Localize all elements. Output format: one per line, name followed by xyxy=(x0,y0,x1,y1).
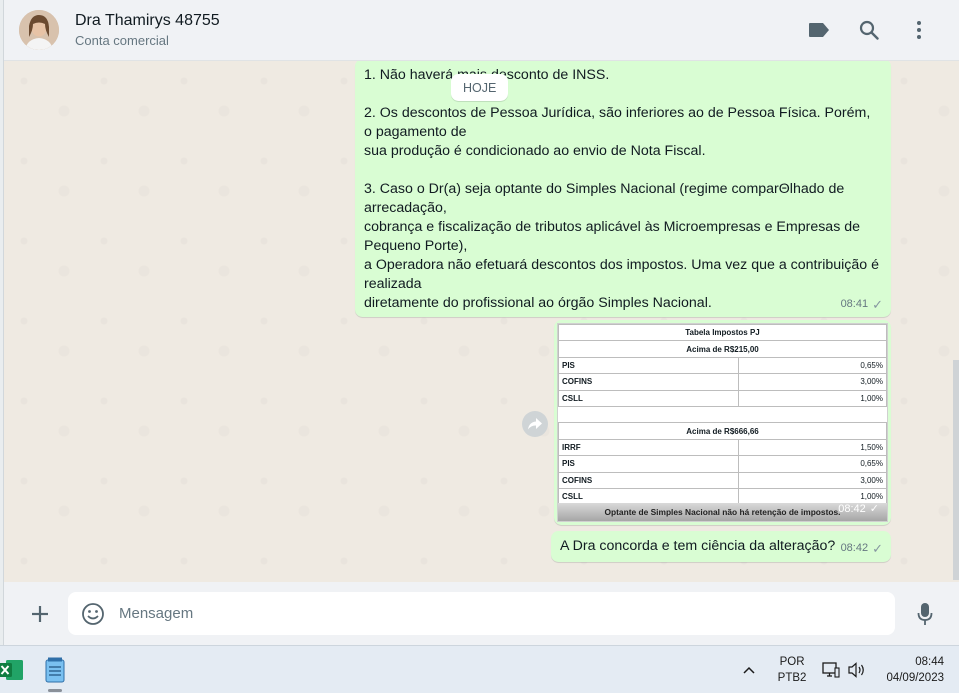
table-row: PIS 0,65% xyxy=(558,455,887,473)
message-time: 08:42 xyxy=(840,542,869,554)
clock-time: 08:44 xyxy=(915,655,944,668)
notepad-icon[interactable] xyxy=(40,653,70,692)
chevron-up-icon[interactable] xyxy=(738,666,760,674)
background-window-edge xyxy=(0,0,4,645)
avatar[interactable] xyxy=(19,10,59,50)
sent-check-icon: ✓ xyxy=(872,541,883,556)
table-row: CSLL 1,00% xyxy=(558,389,887,407)
clock[interactable]: 08:44 04/09/2023 xyxy=(886,654,944,686)
label-icon[interactable] xyxy=(805,16,833,44)
forward-icon[interactable] xyxy=(522,411,548,437)
compose-bar xyxy=(4,582,959,645)
table-row: IRRF 1,50% xyxy=(558,438,887,457)
contact-name[interactable]: Dra Thamirys 48755 xyxy=(75,10,220,31)
network-icon[interactable] xyxy=(820,661,842,678)
taskbar: POR PTB2 08:44 04/09/2023 xyxy=(0,645,959,693)
tax-table-image[interactable]: Tabela Impostos PJ Acima de R$215,00 PIS… xyxy=(557,323,888,522)
table-row: COFINS 3,00% xyxy=(558,471,887,489)
message-policy[interactable]: 1. Não haverá mais desconto de INSS. 2. … xyxy=(355,61,891,317)
chat-header: Dra Thamirys 48755 Conta comercial xyxy=(4,0,959,61)
chat-area[interactable]: 1. Não haverá mais desconto de INSS. 2. … xyxy=(4,61,953,582)
table-row: COFINS 3,00% xyxy=(558,373,887,391)
search-icon[interactable] xyxy=(855,16,883,44)
message-question[interactable]: A Dra concorda e tem ciência da alteraçã… xyxy=(551,531,891,562)
message-text: A Dra concorda e tem ciência da alteraçã… xyxy=(560,538,836,554)
message-meta: 08:41 ✓ xyxy=(841,295,883,314)
sent-check-icon: ✓ xyxy=(872,297,883,312)
table-row: PIS 0,65% xyxy=(558,356,887,375)
section-header: Acima de R$666,66 xyxy=(558,422,887,440)
message-image[interactable]: Tabela Impostos PJ Acima de R$215,00 PIS… xyxy=(554,320,891,525)
clock-date: 04/09/2023 xyxy=(886,671,944,684)
contact-subtitle: Conta comercial xyxy=(75,32,169,48)
message-meta: 08:42 ✓ xyxy=(841,539,883,558)
message-text: 1. Não haverá mais desconto de INSS. 2. … xyxy=(364,67,879,311)
message-meta: 08:42 ✓ xyxy=(838,502,879,516)
message-time: 08:41 xyxy=(840,298,869,310)
message-time: 08:42 xyxy=(838,502,866,515)
date-chip: HOJE xyxy=(451,74,509,101)
language-indicator[interactable]: POR PTB2 xyxy=(778,654,807,686)
message-input-box[interactable] xyxy=(68,592,895,635)
mic-icon[interactable] xyxy=(911,600,939,628)
scrollbar[interactable] xyxy=(953,360,959,580)
active-indicator xyxy=(48,688,62,692)
message-input[interactable] xyxy=(119,605,859,622)
menu-icon[interactable] xyxy=(905,16,933,44)
volume-icon[interactable] xyxy=(846,661,868,678)
system-tray: POR PTB2 08:44 04/09/2023 xyxy=(738,646,959,693)
excel-icon[interactable] xyxy=(0,653,26,687)
section-header: Acima de R$215,00 xyxy=(558,340,887,358)
emoji-icon[interactable] xyxy=(80,601,106,627)
tax-table: Tabela Impostos PJ Acima de R$215,00 PIS… xyxy=(558,324,887,506)
attach-plus-icon[interactable] xyxy=(24,598,56,630)
sent-check-icon: ✓ xyxy=(869,503,879,515)
table-title: Tabela Impostos PJ xyxy=(558,324,887,342)
